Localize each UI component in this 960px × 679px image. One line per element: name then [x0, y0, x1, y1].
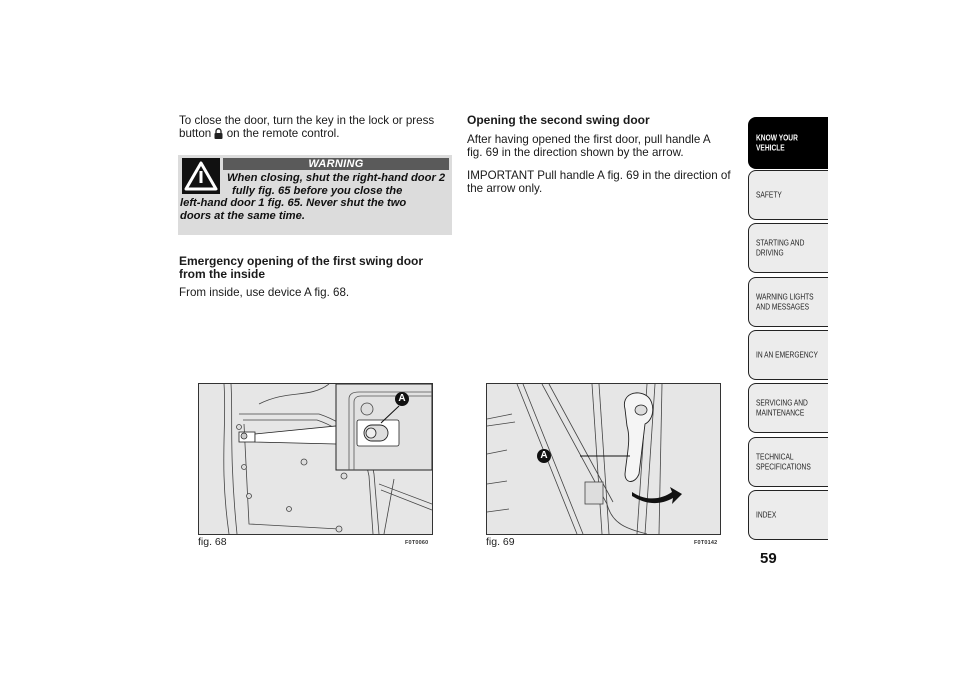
- figure-68-callout: A: [395, 392, 409, 406]
- tab-in-an-emergency[interactable]: IN AN EMERGENCY: [748, 330, 828, 380]
- second-door-para-2: IMPORTANT Pull handle A fig. 69 in the d…: [467, 169, 731, 196]
- figure-69-caption: fig. 69: [486, 536, 515, 548]
- intro-line-1: To close the door, turn the key in the l…: [179, 114, 435, 127]
- tab-starting-and-driving[interactable]: STARTING AND DRIVING: [748, 223, 828, 273]
- warning-line-3: left-hand door 1 fig. 65. Never shut the…: [180, 197, 407, 209]
- intro-text: To close the door, turn the key in the l…: [179, 114, 434, 142]
- section-heading-second-door: Opening the second swing door: [467, 113, 650, 127]
- tab-servicing-and-maintenance[interactable]: SERVICING AND MAINTENANCE: [748, 383, 828, 433]
- tab-technical-specifications[interactable]: TECHNICAL SPECIFICATIONS: [748, 437, 828, 487]
- warning-line-4: doors at the same time.: [180, 209, 305, 222]
- figure-68-caption: fig. 68: [198, 536, 227, 548]
- padlock-icon: [214, 128, 223, 142]
- intro-line-2: button on the remote control.: [179, 127, 434, 142]
- warning-title: WARNING: [223, 158, 449, 170]
- tab-know-your-vehicle[interactable]: KNOW YOUR VEHICLE: [748, 117, 828, 169]
- warning-triangle-icon: [182, 158, 220, 194]
- figure-69-illustration: A: [486, 383, 721, 535]
- warning-line-2: fully fig. 65 before you close the: [232, 184, 403, 197]
- second-door-para-1: After having opened the first door, pull…: [467, 133, 711, 160]
- figure-69-callout: A: [537, 449, 551, 463]
- tab-index[interactable]: INDEX: [748, 490, 828, 540]
- emergency-body: From inside, use device A fig. 68.: [179, 286, 350, 299]
- page-number: 59: [760, 550, 777, 567]
- tab-safety[interactable]: SAFETY: [748, 170, 828, 220]
- warning-line-1: When closing, shut the right-hand door 2: [227, 172, 446, 184]
- figure-68-code: F0T0060: [405, 540, 429, 546]
- section-heading-emergency: Emergency opening of the first swing doo…: [179, 254, 424, 281]
- figure-69-code: F0T0142: [694, 540, 718, 546]
- figure-68-illustration: A: [198, 383, 433, 535]
- tab-warning-lights[interactable]: WARNING LIGHTS AND MESSAGES: [748, 277, 828, 327]
